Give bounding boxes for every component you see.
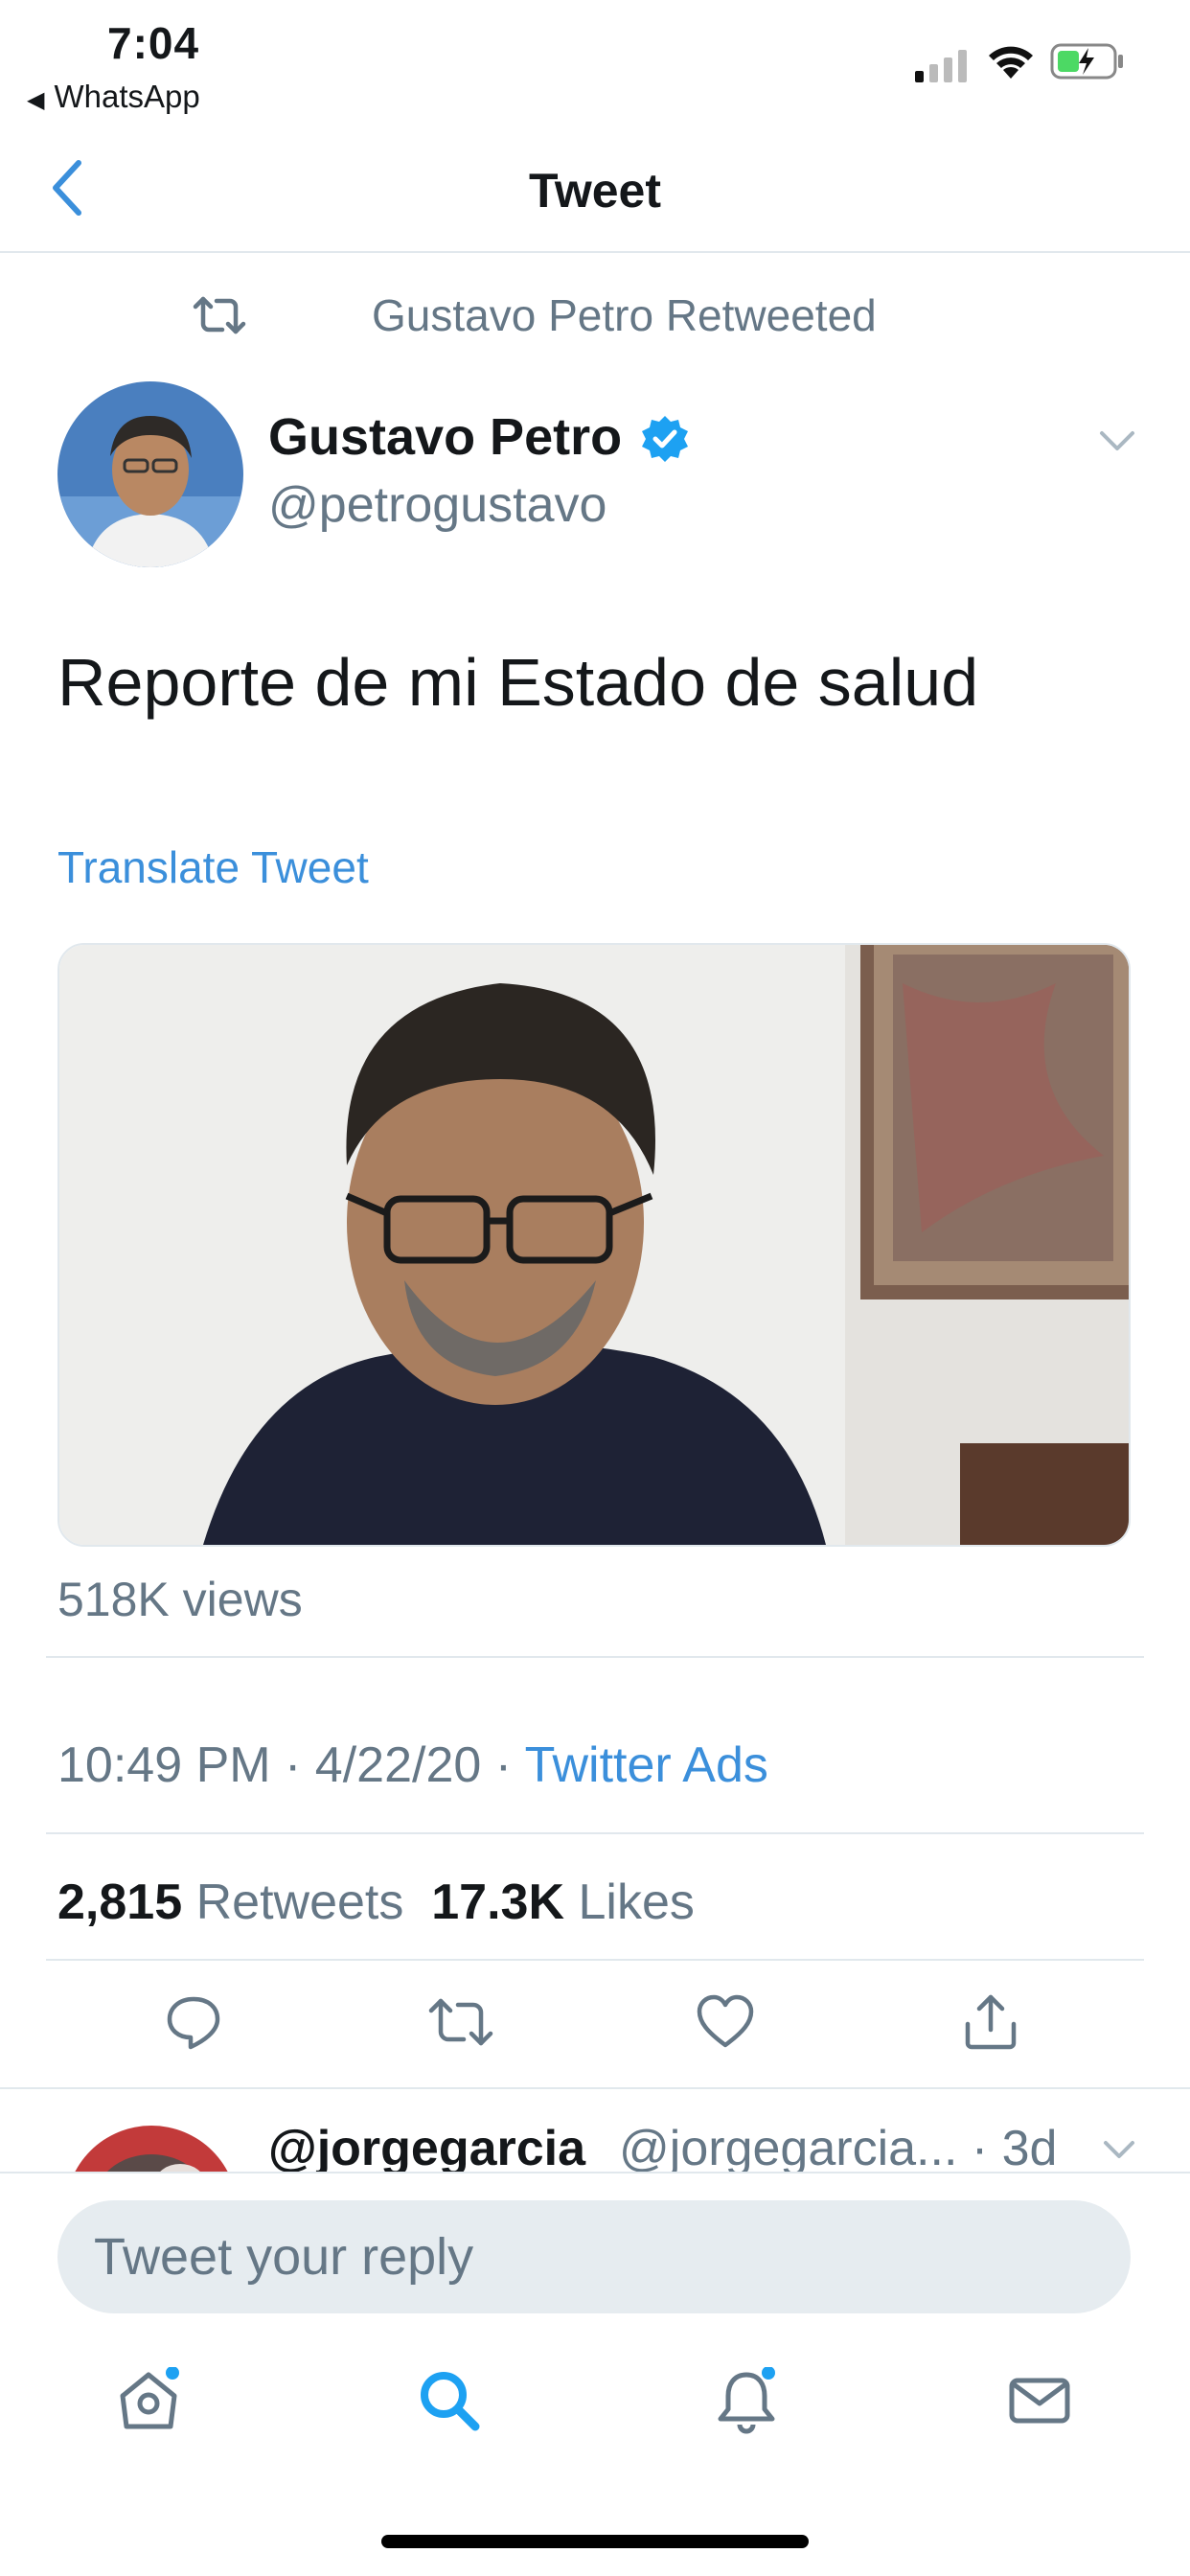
- compose-divider: [0, 2172, 1190, 2174]
- tweet-video[interactable]: [57, 943, 1131, 1547]
- tweet-time: 10:49 PM: [57, 1737, 271, 1793]
- likes-stat[interactable]: 17.3K Likes: [431, 1874, 695, 1930]
- retweet-context-text: Gustavo Petro Retweeted: [372, 290, 877, 340]
- tweet-source-link[interactable]: Twitter Ads: [525, 1737, 768, 1793]
- engagement-stats: 2,815 Retweets 17.3K Likes: [57, 1874, 695, 1931]
- divider: [0, 2087, 1190, 2089]
- tweet-timestamp-line: 10:49 PM · 4/22/20 · Twitter Ads: [57, 1737, 768, 1793]
- divider: [46, 1656, 1144, 1658]
- reply-author-name[interactable]: @jorgegarcia: [268, 2120, 585, 2177]
- reply-author-handle-time: @jorgegarcia... · 3d: [619, 2121, 1058, 2176]
- home-icon[interactable]: [115, 2367, 182, 2434]
- home-indicator: [381, 2535, 809, 2548]
- tweet-date: 4/22/20: [314, 1737, 482, 1793]
- like-icon[interactable]: [696, 1993, 755, 2051]
- notifications-icon[interactable]: [713, 2367, 780, 2434]
- retweets-label: Retweets: [195, 1874, 404, 1930]
- verified-badge-icon: [642, 416, 688, 462]
- battery-charging-icon: [1050, 43, 1123, 80]
- reply-input[interactable]: [57, 2200, 1131, 2313]
- nav-divider: [0, 251, 1190, 253]
- retweets-count: 2,815: [57, 1874, 183, 1930]
- tweet-text: Reporte de mi Estado de salud: [57, 645, 979, 720]
- divider: [46, 1832, 1144, 1834]
- back-triangle-icon: ◀: [27, 87, 45, 113]
- back-to-app-link[interactable]: ◀ WhatsApp: [27, 79, 200, 115]
- translate-tweet-link[interactable]: Translate Tweet: [57, 841, 369, 893]
- search-icon[interactable]: [416, 2367, 483, 2434]
- share-icon[interactable]: [962, 1993, 1019, 2051]
- cellular-signal-icon: [915, 50, 967, 82]
- view-count: 518K views: [57, 1573, 303, 1626]
- author-avatar[interactable]: [57, 381, 243, 567]
- messages-icon[interactable]: [1006, 2367, 1073, 2434]
- author-name[interactable]: Gustavo Petro: [268, 407, 622, 467]
- reply-icon[interactable]: [165, 1993, 222, 2051]
- reply-chevron-down-icon[interactable]: [1102, 2139, 1136, 2160]
- divider: [46, 1959, 1144, 1961]
- back-app-label: WhatsApp: [54, 79, 200, 114]
- retweet-context-icon: [193, 296, 246, 334]
- page-title: Tweet: [529, 164, 661, 218]
- status-time: 7:04: [107, 18, 200, 68]
- author-handle[interactable]: @petrogustavo: [268, 476, 606, 534]
- wifi-icon: [989, 46, 1033, 79]
- retweet-icon[interactable]: [427, 1993, 494, 2051]
- retweets-stat[interactable]: 2,815 Retweets: [57, 1874, 403, 1930]
- likes-label: Likes: [578, 1874, 695, 1930]
- likes-count: 17.3K: [431, 1874, 565, 1930]
- chevron-down-icon[interactable]: [1098, 429, 1136, 452]
